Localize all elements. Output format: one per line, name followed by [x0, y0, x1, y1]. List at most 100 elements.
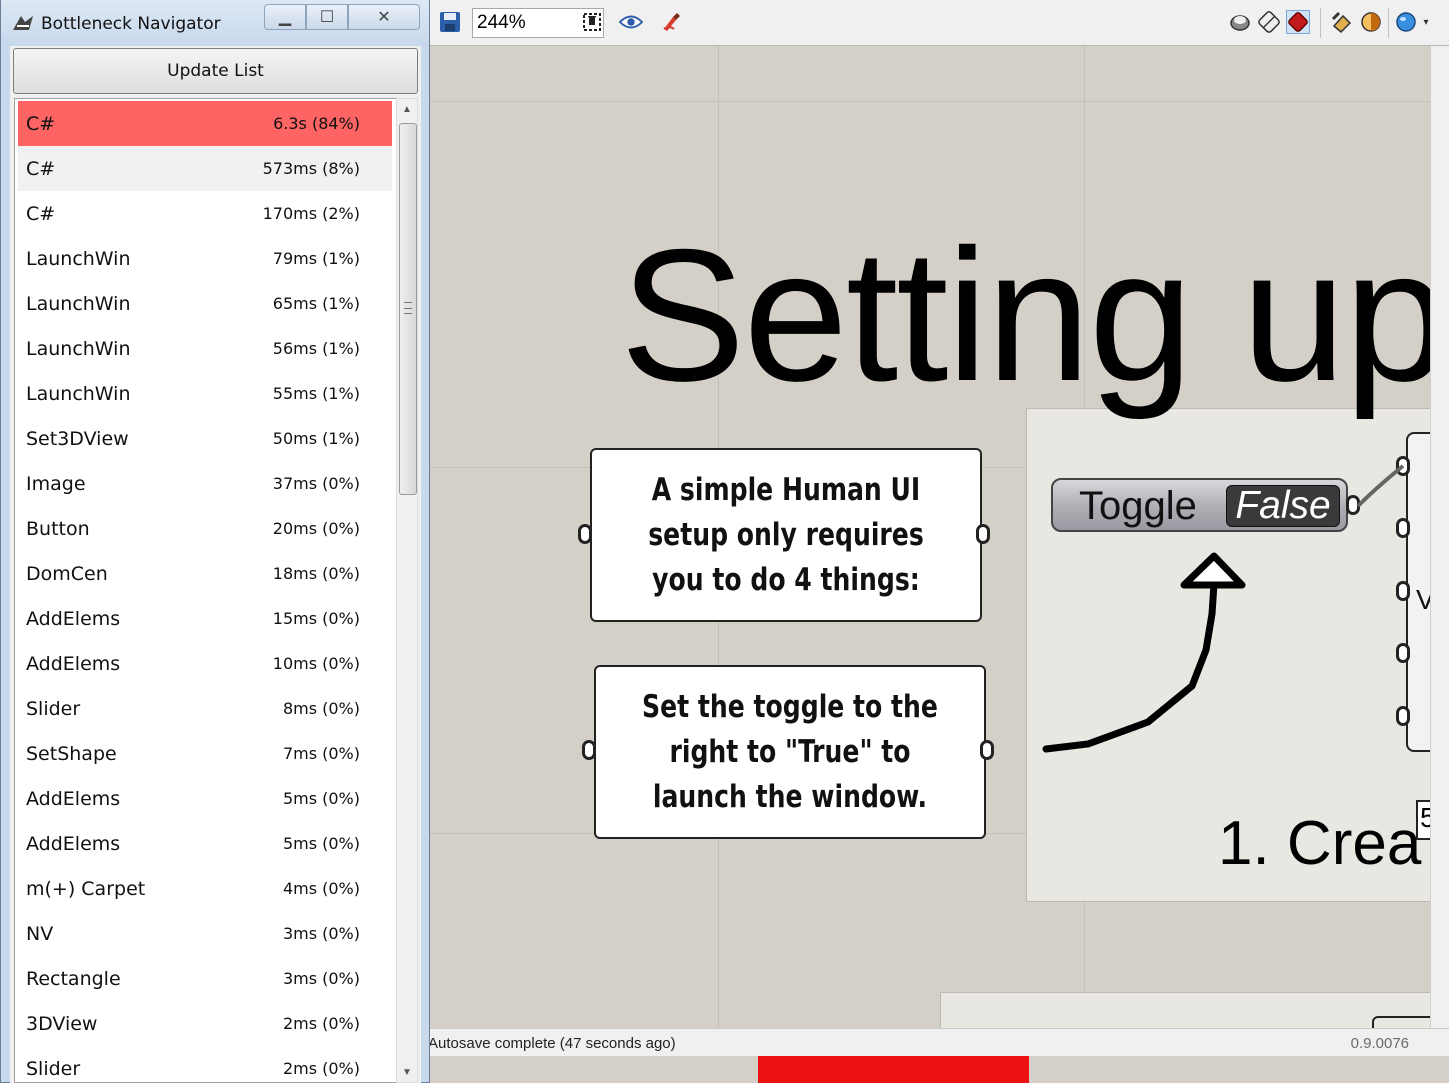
list-item[interactable]: C# 573ms (8%)	[18, 146, 392, 191]
list-item[interactable]: LaunchWin 55ms (1%)	[18, 371, 392, 416]
component-name: AddElems	[26, 788, 121, 810]
component-time: 2ms (0%)	[282, 1014, 360, 1033]
component-time: 56ms (1%)	[272, 339, 360, 358]
component-name: NV	[26, 923, 54, 945]
component-time: 573ms (8%)	[262, 159, 360, 178]
close-icon: ✕	[377, 9, 391, 26]
material-icon[interactable]	[1359, 10, 1383, 34]
scroll-down-icon[interactable]: ▼	[397, 1062, 417, 1082]
component-name: AddElems	[26, 653, 121, 675]
list-item[interactable]: NV 3ms (0%)	[18, 911, 392, 956]
component-time: 20ms (0%)	[272, 519, 360, 538]
minimize-icon: ▁	[278, 9, 292, 26]
component-name: SetShape	[26, 743, 117, 765]
list-item[interactable]: Set3DView 50ms (1%)	[18, 416, 392, 461]
wireframe-icon[interactable]	[1257, 10, 1281, 34]
list-item[interactable]: C# 170ms (2%)	[18, 191, 392, 236]
grasshopper-canvas-app: 244% ▼	[428, 0, 1449, 1083]
component-name: AddElems	[26, 608, 121, 630]
component-name: Set3DView	[26, 428, 129, 450]
update-list-button[interactable]: Update List	[13, 48, 418, 94]
canvas-grid[interactable]: Setting up 1. Crea A simple Human UI set…	[428, 46, 1430, 1028]
minimize-button[interactable]: ▁	[264, 4, 306, 30]
component-time: 10ms (0%)	[272, 654, 360, 673]
component-time: 79ms (1%)	[272, 249, 360, 268]
select-tool-icon[interactable]	[580, 10, 604, 34]
component-name: 3DView	[26, 1013, 98, 1035]
component-name: m(+) Carpet	[26, 878, 146, 900]
component-name: C#	[26, 113, 56, 135]
scroll-thumb[interactable]	[399, 123, 417, 495]
list-item[interactable]: Slider 8ms (0%)	[18, 686, 392, 731]
save-icon[interactable]	[438, 10, 462, 34]
list-item[interactable]: 3DView 2ms (0%)	[18, 1001, 392, 1046]
list-item[interactable]: C# 6.3s (84%)	[18, 101, 392, 146]
list-item[interactable]: m(+) Carpet 4ms (0%)	[18, 866, 392, 911]
sketch-icon[interactable]	[660, 10, 684, 34]
status-bar: Autosave complete (47 seconds ago) 0.9.0…	[428, 1028, 1449, 1056]
component-name: LaunchWin	[26, 293, 131, 315]
bottleneck-navigator-window: Bottleneck Navigator ▁ ☐ ✕ Update List C…	[0, 0, 430, 1083]
component-name: Rectangle	[26, 968, 121, 990]
component-name: Slider	[26, 1058, 81, 1080]
component-time: 170ms (2%)	[262, 204, 360, 223]
component-time: 4ms (0%)	[282, 879, 360, 898]
maximize-icon: ☐	[319, 9, 335, 26]
version-label: 0.9.0076	[1350, 1035, 1409, 1052]
list-item[interactable]: Button 20ms (0%)	[18, 506, 392, 551]
component-time: 65ms (1%)	[272, 294, 360, 313]
window-titlebar[interactable]: Bottleneck Navigator ▁ ☐ ✕	[1, 0, 429, 46]
list-item[interactable]: AddElems 5ms (0%)	[18, 821, 392, 866]
shaded-icon[interactable]	[1286, 10, 1310, 34]
component-time: 15ms (0%)	[272, 609, 360, 628]
autosave-status: Autosave complete (47 seconds ago)	[428, 1035, 676, 1052]
component-name: Button	[26, 518, 90, 540]
component-name: C#	[26, 158, 56, 180]
list-item[interactable]: LaunchWin 56ms (1%)	[18, 326, 392, 371]
red-taskbar-item[interactable]	[758, 1056, 1029, 1083]
list-item[interactable]: LaunchWin 65ms (1%)	[18, 281, 392, 326]
component-name: DomCen	[26, 563, 108, 585]
component-time: 2ms (0%)	[282, 1059, 360, 1078]
list-item[interactable]: Rectangle 3ms (0%)	[18, 956, 392, 1001]
bake-icon[interactable]	[1330, 10, 1354, 34]
scroll-up-icon[interactable]: ▲	[397, 99, 417, 119]
bottleneck-list[interactable]: C# 6.3s (84%) C# 573ms (8%) C# 170ms (2%) Laun…	[14, 98, 398, 1083]
list-item[interactable]: Slider 2ms (0%)	[18, 1046, 392, 1082]
component-time: 7ms (0%)	[282, 744, 360, 763]
display-icon[interactable]	[1228, 10, 1252, 34]
canvas-wires	[1042, 464, 1405, 753]
navigator-icon	[11, 12, 35, 34]
navigator-body: Update List C# 6.3s (84%) C# 573ms (8%) C# 17…	[10, 46, 421, 1083]
component-time: 3ms (0%)	[282, 924, 360, 943]
component-time: 55ms (1%)	[272, 384, 360, 403]
zoom-value: 244%	[477, 12, 526, 33]
list-vertical-scrollbar[interactable]: ▲ ▼	[396, 98, 418, 1083]
list-item[interactable]: LaunchWin 79ms (1%)	[18, 236, 392, 281]
screen: 244% ▼	[0, 0, 1449, 1083]
list-item[interactable]: AddElems 10ms (0%)	[18, 641, 392, 686]
chevron-down-icon[interactable]: ▾	[1414, 10, 1438, 34]
component-name: Slider	[26, 698, 81, 720]
maximize-button[interactable]: ☐	[306, 4, 348, 30]
window-title: Bottleneck Navigator	[41, 14, 221, 34]
list-item[interactable]: Image 37ms (0%)	[18, 461, 392, 506]
component-time: 37ms (0%)	[272, 474, 360, 493]
component-time: 5ms (0%)	[282, 834, 360, 853]
list-item[interactable]: AddElems 15ms (0%)	[18, 596, 392, 641]
canvas-vertical-scrollbar[interactable]	[1430, 46, 1449, 1028]
component-name: Image	[26, 473, 86, 495]
component-name: LaunchWin	[26, 338, 131, 360]
list-item[interactable]: SetShape 7ms (0%)	[18, 731, 392, 776]
component-time: 6.3s (84%)	[273, 114, 360, 133]
eye-icon[interactable]	[619, 10, 643, 34]
component-time: 5ms (0%)	[282, 789, 360, 808]
list-item[interactable]: DomCen 18ms (0%)	[18, 551, 392, 596]
list-item[interactable]: AddElems 5ms (0%)	[18, 776, 392, 821]
component-time: 50ms (1%)	[272, 429, 360, 448]
close-button[interactable]: ✕	[348, 4, 420, 30]
component-name: AddElems	[26, 833, 121, 855]
component-time: 8ms (0%)	[282, 699, 360, 718]
component-name: LaunchWin	[26, 248, 131, 270]
component-time: 3ms (0%)	[282, 969, 360, 988]
